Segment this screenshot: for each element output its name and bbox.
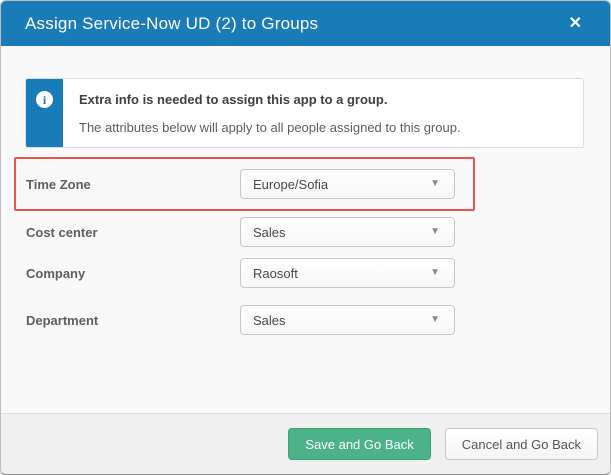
cost-center-value: Sales <box>253 225 430 240</box>
chevron-down-icon: ▼ <box>430 315 442 325</box>
modal-footer: Save and Go Back Cancel and Go Back <box>1 413 610 474</box>
chevron-down-icon: ▼ <box>430 227 442 237</box>
save-and-go-back-button[interactable]: Save and Go Back <box>288 428 430 460</box>
chevron-down-icon: ▼ <box>430 268 442 278</box>
company-value: Raosoft <box>253 266 430 281</box>
department-value: Sales <box>253 313 430 328</box>
info-banner: i Extra info is needed to assign this ap… <box>25 78 584 148</box>
time-zone-label: Time Zone <box>26 169 91 199</box>
info-icon: i <box>36 91 53 108</box>
time-zone-select[interactable]: Europe/Sofia ▼ <box>240 169 455 199</box>
field-row-company: Company Raosoft ▼ <box>1 258 610 288</box>
close-icon[interactable]: ✕ <box>565 12 586 36</box>
field-row-time-zone: Time Zone Europe/Sofia ▼ <box>1 169 610 199</box>
department-select[interactable]: Sales ▼ <box>240 305 455 335</box>
cost-center-select[interactable]: Sales ▼ <box>240 217 455 247</box>
assign-to-groups-modal: Assign Service-Now UD (2) to Groups ✕ i … <box>0 0 611 475</box>
chevron-down-icon: ▼ <box>430 179 442 189</box>
info-banner-text: Extra info is needed to assign this app … <box>63 79 477 147</box>
info-heading: Extra info is needed to assign this app … <box>79 92 461 107</box>
time-zone-value: Europe/Sofia <box>253 177 430 192</box>
modal-title: Assign Service-Now UD (2) to Groups <box>25 14 565 34</box>
info-subtext: The attributes below will apply to all p… <box>79 120 461 135</box>
company-label: Company <box>26 258 85 288</box>
company-select[interactable]: Raosoft ▼ <box>240 258 455 288</box>
department-label: Department <box>26 305 98 335</box>
cost-center-label: Cost center <box>26 217 98 247</box>
field-row-cost-center: Cost center Sales ▼ <box>1 217 610 247</box>
modal-header: Assign Service-Now UD (2) to Groups ✕ <box>1 1 610 46</box>
field-row-department: Department Sales ▼ <box>1 305 610 335</box>
cancel-and-go-back-button[interactable]: Cancel and Go Back <box>445 428 598 460</box>
info-banner-strip: i <box>26 79 63 147</box>
